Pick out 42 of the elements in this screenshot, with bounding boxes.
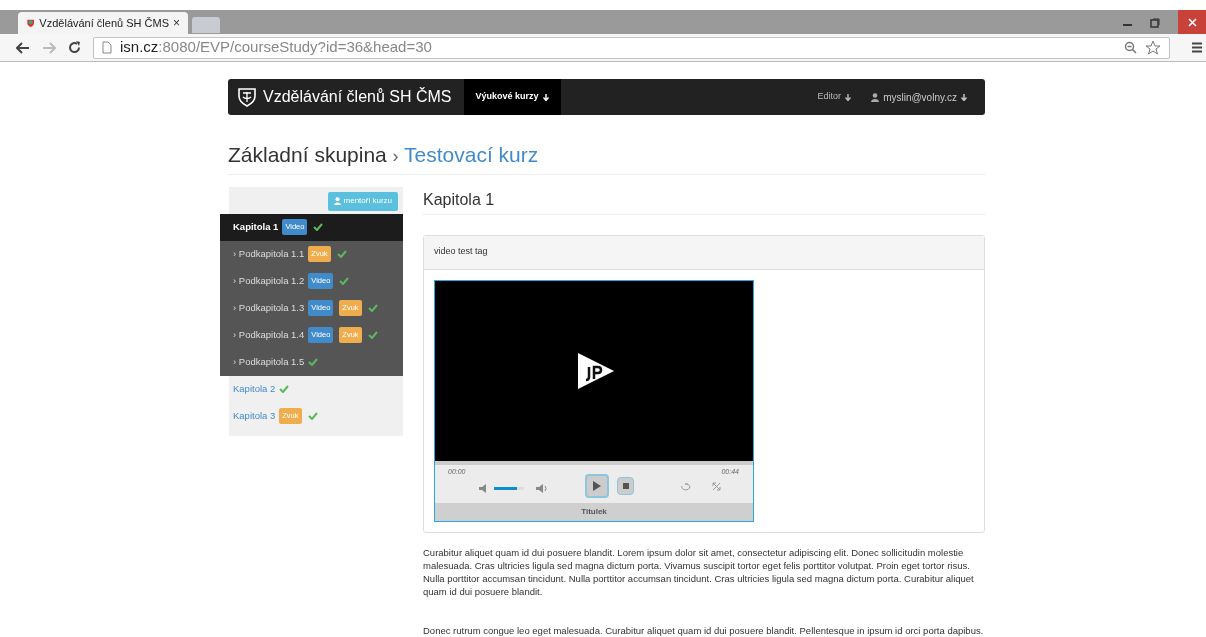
- close-window-button[interactable]: [1178, 10, 1206, 34]
- minimize-icon[interactable]: [1123, 23, 1132, 26]
- close-icon: [1187, 17, 1197, 27]
- restore-icon[interactable]: [1150, 18, 1160, 28]
- menu-icon[interactable]: [1192, 42, 1202, 53]
- page-icon: [102, 41, 112, 54]
- mute-icon[interactable]: [479, 484, 487, 493]
- breadcrumb-separator: ›: [392, 146, 399, 166]
- brand-title[interactable]: Vzdělávání členů SH ČMS: [263, 85, 452, 109]
- user-menu[interactable]: myslin@volny.cz: [863, 79, 975, 115]
- nav-menu[interactable]: Editor: [805, 79, 864, 115]
- reload-icon[interactable]: [68, 41, 81, 54]
- caption-label: Titulek: [581, 505, 607, 518]
- panel-title: video test tag: [434, 245, 488, 259]
- nav-menu[interactable]: Výukové kurzy: [463, 79, 561, 115]
- shield-logo-icon: [236, 87, 258, 107]
- down-arrow-icon: [845, 93, 852, 101]
- paragraph: Donec rutrum congue leo eget malesuada. Curabitur aliquet quam id dui posuere blandit. Pellentesque in ipsum id orci porta dapibus.: [423, 623, 985, 637]
- tab-title: Vzdělávání členů SH ČMS: [39, 15, 169, 31]
- play-icon: [593, 480, 601, 491]
- star-icon[interactable]: [1145, 40, 1161, 55]
- zoom-icon[interactable]: [1124, 41, 1137, 54]
- breadcrumb-course[interactable]: Testovací kurz: [404, 143, 539, 166]
- back-icon[interactable]: [16, 41, 30, 54]
- chapter-heading: Kapitola 1: [423, 186, 985, 215]
- volume-icon[interactable]: [536, 484, 548, 493]
- stop-icon: [622, 482, 629, 489]
- paragraph: Curabitur aliquet quam id dui posuere blandit. Lorem ipsum dolor sit amet, consectetur adipiscing elit. Donec sollicitudin molestie malesuada. Cras ultricies ligula sed magna dictum porta. Vivamus suscipit tortor eget felis porttitor volutpat. Proin eget tortor risus. Nulla porttitor accumsan tincidunt. Nulla porttitor accumsan tincidunt. Cras ultricies ligula sed magna dictum porta. Curabitur aliquet quam id dui posuere blandit.: [423, 545, 975, 598]
- down-arrow-icon: [961, 93, 967, 101]
- fullscreen-icon[interactable]: [712, 482, 721, 491]
- user-icon: [333, 197, 341, 205]
- close-tab-button[interactable]: ×: [173, 14, 180, 32]
- browser-tab[interactable]: Vzdělávání členů SH ČMS ×: [18, 12, 188, 34]
- stop-button[interactable]: [617, 476, 634, 495]
- address-bar[interactable]: isn.cz:8080/EVP/courseStudy?id=36&head=30: [93, 36, 1170, 59]
- user-icon: [871, 92, 880, 102]
- sidebar-item[interactable]: › Podkapitola 1.5: [220, 348, 403, 376]
- down-arrow-icon: [542, 93, 549, 101]
- url-text: isn.cz:8080/EVP/courseStudy?id=36&head=30: [120, 37, 433, 58]
- volume-slider[interactable]: [494, 487, 524, 490]
- play-button[interactable]: [585, 473, 609, 498]
- breadcrumb-group[interactable]: Základní skupina: [228, 143, 387, 166]
